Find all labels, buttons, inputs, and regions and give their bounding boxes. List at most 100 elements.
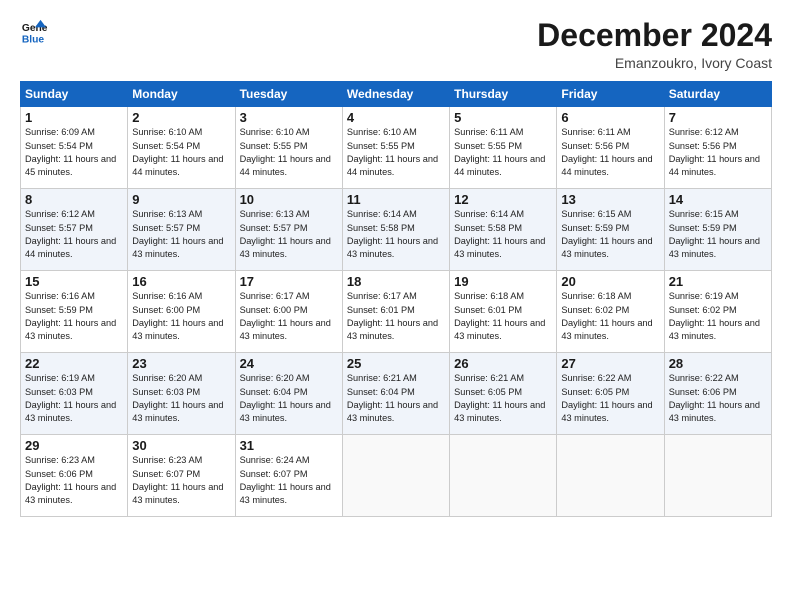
day-number: 9: [132, 192, 230, 207]
table-row: 5Sunrise: 6:11 AM Sunset: 5:55 PM Daylig…: [450, 107, 557, 189]
week-row-3: 22Sunrise: 6:19 AM Sunset: 6:03 PM Dayli…: [21, 353, 772, 435]
day-info: Sunrise: 6:19 AM Sunset: 6:03 PM Dayligh…: [25, 372, 123, 425]
day-number: 19: [454, 274, 552, 289]
table-row: 16Sunrise: 6:16 AM Sunset: 6:00 PM Dayli…: [128, 271, 235, 353]
day-info: Sunrise: 6:22 AM Sunset: 6:06 PM Dayligh…: [669, 372, 767, 425]
table-row: 3Sunrise: 6:10 AM Sunset: 5:55 PM Daylig…: [235, 107, 342, 189]
day-info: Sunrise: 6:10 AM Sunset: 5:55 PM Dayligh…: [240, 126, 338, 179]
day-info: Sunrise: 6:11 AM Sunset: 5:55 PM Dayligh…: [454, 126, 552, 179]
day-info: Sunrise: 6:20 AM Sunset: 6:04 PM Dayligh…: [240, 372, 338, 425]
table-row: 31Sunrise: 6:24 AM Sunset: 6:07 PM Dayli…: [235, 435, 342, 517]
header-thursday: Thursday: [450, 82, 557, 107]
day-info: Sunrise: 6:14 AM Sunset: 5:58 PM Dayligh…: [454, 208, 552, 261]
day-number: 8: [25, 192, 123, 207]
table-row: 6Sunrise: 6:11 AM Sunset: 5:56 PM Daylig…: [557, 107, 664, 189]
day-info: Sunrise: 6:20 AM Sunset: 6:03 PM Dayligh…: [132, 372, 230, 425]
subtitle: Emanzoukro, Ivory Coast: [537, 55, 772, 71]
main-title: December 2024: [537, 18, 772, 53]
day-number: 17: [240, 274, 338, 289]
day-number: 16: [132, 274, 230, 289]
day-number: 31: [240, 438, 338, 453]
table-row: 27Sunrise: 6:22 AM Sunset: 6:05 PM Dayli…: [557, 353, 664, 435]
header-monday: Monday: [128, 82, 235, 107]
table-row: 10Sunrise: 6:13 AM Sunset: 5:57 PM Dayli…: [235, 189, 342, 271]
table-row: 19Sunrise: 6:18 AM Sunset: 6:01 PM Dayli…: [450, 271, 557, 353]
day-info: Sunrise: 6:09 AM Sunset: 5:54 PM Dayligh…: [25, 126, 123, 179]
day-info: Sunrise: 6:13 AM Sunset: 5:57 PM Dayligh…: [240, 208, 338, 261]
day-number: 23: [132, 356, 230, 371]
day-number: 1: [25, 110, 123, 125]
day-info: Sunrise: 6:15 AM Sunset: 5:59 PM Dayligh…: [561, 208, 659, 261]
day-number: 29: [25, 438, 123, 453]
day-number: 12: [454, 192, 552, 207]
header-friday: Friday: [557, 82, 664, 107]
table-row: 15Sunrise: 6:16 AM Sunset: 5:59 PM Dayli…: [21, 271, 128, 353]
day-number: 24: [240, 356, 338, 371]
week-row-4: 29Sunrise: 6:23 AM Sunset: 6:06 PM Dayli…: [21, 435, 772, 517]
table-row: 14Sunrise: 6:15 AM Sunset: 5:59 PM Dayli…: [664, 189, 771, 271]
table-row: 18Sunrise: 6:17 AM Sunset: 6:01 PM Dayli…: [342, 271, 449, 353]
day-info: Sunrise: 6:19 AM Sunset: 6:02 PM Dayligh…: [669, 290, 767, 343]
day-number: 2: [132, 110, 230, 125]
day-number: 10: [240, 192, 338, 207]
day-info: Sunrise: 6:18 AM Sunset: 6:01 PM Dayligh…: [454, 290, 552, 343]
table-row: [557, 435, 664, 517]
day-info: Sunrise: 6:17 AM Sunset: 6:00 PM Dayligh…: [240, 290, 338, 343]
table-row: 11Sunrise: 6:14 AM Sunset: 5:58 PM Dayli…: [342, 189, 449, 271]
day-number: 22: [25, 356, 123, 371]
day-info: Sunrise: 6:21 AM Sunset: 6:05 PM Dayligh…: [454, 372, 552, 425]
table-row: 20Sunrise: 6:18 AM Sunset: 6:02 PM Dayli…: [557, 271, 664, 353]
day-info: Sunrise: 6:12 AM Sunset: 5:57 PM Dayligh…: [25, 208, 123, 261]
day-info: Sunrise: 6:18 AM Sunset: 6:02 PM Dayligh…: [561, 290, 659, 343]
table-row: 17Sunrise: 6:17 AM Sunset: 6:00 PM Dayli…: [235, 271, 342, 353]
day-number: 18: [347, 274, 445, 289]
day-number: 25: [347, 356, 445, 371]
day-number: 4: [347, 110, 445, 125]
day-number: 6: [561, 110, 659, 125]
day-number: 3: [240, 110, 338, 125]
week-row-2: 15Sunrise: 6:16 AM Sunset: 5:59 PM Dayli…: [21, 271, 772, 353]
header-sunday: Sunday: [21, 82, 128, 107]
day-info: Sunrise: 6:16 AM Sunset: 6:00 PM Dayligh…: [132, 290, 230, 343]
day-info: Sunrise: 6:24 AM Sunset: 6:07 PM Dayligh…: [240, 454, 338, 507]
day-number: 15: [25, 274, 123, 289]
table-row: 24Sunrise: 6:20 AM Sunset: 6:04 PM Dayli…: [235, 353, 342, 435]
day-number: 14: [669, 192, 767, 207]
day-number: 20: [561, 274, 659, 289]
day-number: 28: [669, 356, 767, 371]
calendar-table: Sunday Monday Tuesday Wednesday Thursday…: [20, 81, 772, 517]
day-number: 7: [669, 110, 767, 125]
calendar-page: General Blue December 2024 Emanzoukro, I…: [0, 0, 792, 612]
day-info: Sunrise: 6:12 AM Sunset: 5:56 PM Dayligh…: [669, 126, 767, 179]
day-info: Sunrise: 6:11 AM Sunset: 5:56 PM Dayligh…: [561, 126, 659, 179]
table-row: 13Sunrise: 6:15 AM Sunset: 5:59 PM Dayli…: [557, 189, 664, 271]
day-info: Sunrise: 6:10 AM Sunset: 5:54 PM Dayligh…: [132, 126, 230, 179]
table-row: 2Sunrise: 6:10 AM Sunset: 5:54 PM Daylig…: [128, 107, 235, 189]
table-row: 21Sunrise: 6:19 AM Sunset: 6:02 PM Dayli…: [664, 271, 771, 353]
table-row: 9Sunrise: 6:13 AM Sunset: 5:57 PM Daylig…: [128, 189, 235, 271]
day-number: 5: [454, 110, 552, 125]
day-number: 30: [132, 438, 230, 453]
table-row: [342, 435, 449, 517]
day-info: Sunrise: 6:17 AM Sunset: 6:01 PM Dayligh…: [347, 290, 445, 343]
table-row: [664, 435, 771, 517]
table-row: 25Sunrise: 6:21 AM Sunset: 6:04 PM Dayli…: [342, 353, 449, 435]
table-row: [450, 435, 557, 517]
week-row-0: 1Sunrise: 6:09 AM Sunset: 5:54 PM Daylig…: [21, 107, 772, 189]
day-number: 13: [561, 192, 659, 207]
day-info: Sunrise: 6:15 AM Sunset: 5:59 PM Dayligh…: [669, 208, 767, 261]
table-row: 22Sunrise: 6:19 AM Sunset: 6:03 PM Dayli…: [21, 353, 128, 435]
table-row: 7Sunrise: 6:12 AM Sunset: 5:56 PM Daylig…: [664, 107, 771, 189]
header-row: Sunday Monday Tuesday Wednesday Thursday…: [21, 82, 772, 107]
day-info: Sunrise: 6:14 AM Sunset: 5:58 PM Dayligh…: [347, 208, 445, 261]
day-number: 26: [454, 356, 552, 371]
day-info: Sunrise: 6:13 AM Sunset: 5:57 PM Dayligh…: [132, 208, 230, 261]
logo: General Blue: [20, 18, 48, 46]
header-saturday: Saturday: [664, 82, 771, 107]
table-row: 28Sunrise: 6:22 AM Sunset: 6:06 PM Dayli…: [664, 353, 771, 435]
table-row: 26Sunrise: 6:21 AM Sunset: 6:05 PM Dayli…: [450, 353, 557, 435]
table-row: 12Sunrise: 6:14 AM Sunset: 5:58 PM Dayli…: [450, 189, 557, 271]
table-row: 1Sunrise: 6:09 AM Sunset: 5:54 PM Daylig…: [21, 107, 128, 189]
header-wednesday: Wednesday: [342, 82, 449, 107]
table-row: 4Sunrise: 6:10 AM Sunset: 5:55 PM Daylig…: [342, 107, 449, 189]
